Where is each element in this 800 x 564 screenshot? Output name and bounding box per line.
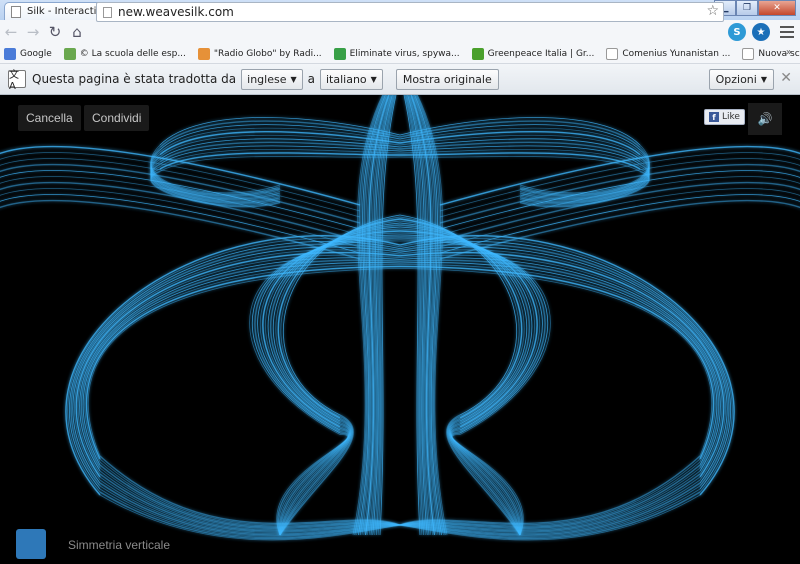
forward-icon[interactable]: → (22, 21, 44, 43)
address-bar[interactable]: new.weavesilk.com ☆ (96, 2, 724, 22)
bookmark-item[interactable]: Google (4, 47, 52, 60)
school-icon (63, 47, 76, 60)
options-button[interactable]: Opzioni ▼ (708, 69, 774, 90)
shield-icon (333, 47, 346, 60)
silk-drawing[interactable] (0, 95, 800, 564)
window-controls: ▁ ❐ ✕ (714, 0, 796, 16)
translate-connector: a (307, 72, 315, 86)
google-icon (4, 47, 16, 60)
page-favicon-icon (11, 5, 21, 18)
translate-icon: 文A (8, 70, 26, 92)
bookmark-item[interactable]: © La scuola delle esp... (63, 47, 186, 60)
bookmark-label: Comenius Yunanistan ... (622, 48, 731, 59)
bookmark-item[interactable]: "Radio Globo" by Radi... (197, 47, 322, 60)
vertical-symmetry-toggle[interactable]: Simmetria verticale (68, 538, 170, 552)
bookmark-label: Nuova scheda (758, 48, 800, 59)
back-icon[interactable]: ← (0, 21, 22, 43)
maximize-button[interactable]: ❐ (736, 0, 758, 16)
skype-extension-icon[interactable]: S (728, 23, 746, 41)
target-language-select[interactable]: italiano ▼ (320, 68, 383, 90)
page-icon (742, 47, 755, 60)
share-button[interactable]: Condividi (84, 105, 150, 131)
url-text: new.weavesilk.com (118, 5, 234, 19)
page-icon (103, 6, 112, 18)
more-bookmarks-icon[interactable]: » (786, 47, 792, 58)
close-window-button[interactable]: ✕ (758, 0, 796, 16)
greenpeace-icon (471, 47, 484, 60)
bookmark-label: © La scuola delle esp... (79, 48, 186, 59)
bookmark-label: Google (20, 48, 52, 59)
reload-icon[interactable]: ↻ (44, 21, 66, 43)
bookmark-label: Eliminate virus, spywa... (349, 48, 460, 59)
browser-toolbar: ← → ↻ ⌂ (0, 20, 800, 44)
source-language-select[interactable]: inglese ▼ (241, 68, 303, 90)
bookmark-item[interactable]: Comenius Yunanistan ... (606, 47, 731, 60)
close-translate-bar-icon[interactable]: ✕ (780, 70, 792, 86)
home-icon[interactable]: ⌂ (66, 21, 88, 43)
chevron-down-icon: ▼ (370, 74, 377, 84)
chrome-menu-icon[interactable] (780, 23, 794, 39)
bookmarks-bar: Google © La scuola delle esp... "Radio Glo… (0, 44, 800, 64)
clear-button[interactable]: Cancella (18, 105, 81, 131)
sound-toggle-icon[interactable]: 🔊 (748, 103, 782, 135)
translate-bar: 文A Questa pagina è stata tradotta da ing… (0, 64, 800, 95)
bookmark-item[interactable]: Eliminate virus, spywa... (333, 47, 460, 60)
options-label: Opzioni (715, 73, 757, 86)
source-language-value: inglese (247, 72, 287, 86)
radio-icon (197, 47, 210, 60)
translate-message: Questa pagina è stata tradotta da (32, 72, 237, 86)
star-extension-icon[interactable]: ★ (752, 23, 770, 41)
bookmark-item[interactable]: Greenpeace Italia | Gr... (471, 47, 595, 60)
show-original-button[interactable]: Mostra originale (395, 68, 499, 90)
chevron-down-icon: ▼ (760, 75, 767, 84)
page-icon (606, 47, 619, 60)
bookmark-label: Greenpeace Italia | Gr... (487, 48, 595, 59)
like-label: Like (722, 112, 740, 122)
bookmark-label: "Radio Globo" by Radi... (213, 48, 322, 59)
silk-canvas[interactable]: Cancella Condividi f Like 🔊 Simmetria ve… (0, 95, 800, 564)
facebook-icon: f (709, 112, 719, 122)
facebook-like-button[interactable]: f Like (704, 109, 745, 125)
bookmark-star-icon[interactable]: ☆ (706, 3, 719, 19)
color-picker-swatch[interactable] (16, 529, 46, 559)
target-language-value: italiano (326, 72, 367, 86)
chevron-down-icon: ▼ (290, 74, 297, 84)
